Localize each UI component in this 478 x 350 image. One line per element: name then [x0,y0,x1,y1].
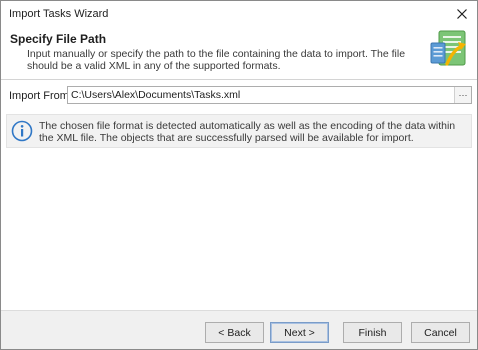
page-title: Specify File Path [10,32,107,46]
import-from-label: Import From: [9,90,72,102]
info-icon [11,120,33,142]
next-button[interactable]: Next > [270,322,329,343]
wizard-header: Specify File Path Input manually or spec… [1,27,477,78]
close-button[interactable] [447,1,477,27]
import-document-icon [430,30,466,66]
file-path-input[interactable] [68,87,455,103]
cancel-button[interactable]: Cancel [411,322,470,343]
wizard-content: Import From: ··· The chosen file format … [1,80,477,310]
wizard-footer: < Back Next > Finish Cancel [1,310,477,349]
file-path-field: ··· [67,86,472,104]
back-button[interactable]: < Back [205,322,264,343]
browse-button[interactable]: ··· [454,87,471,103]
close-icon [457,9,467,19]
title-bar: Import Tasks Wizard [1,1,477,27]
page-description: Input manually or specify the path to th… [27,48,406,72]
window-title: Import Tasks Wizard [9,8,109,20]
import-tasks-wizard-window: Import Tasks Wizard Specify File Path In… [0,0,478,350]
info-text: The chosen file format is detected autom… [39,120,456,144]
finish-button[interactable]: Finish [343,322,402,343]
info-panel: The chosen file format is detected autom… [6,114,472,148]
